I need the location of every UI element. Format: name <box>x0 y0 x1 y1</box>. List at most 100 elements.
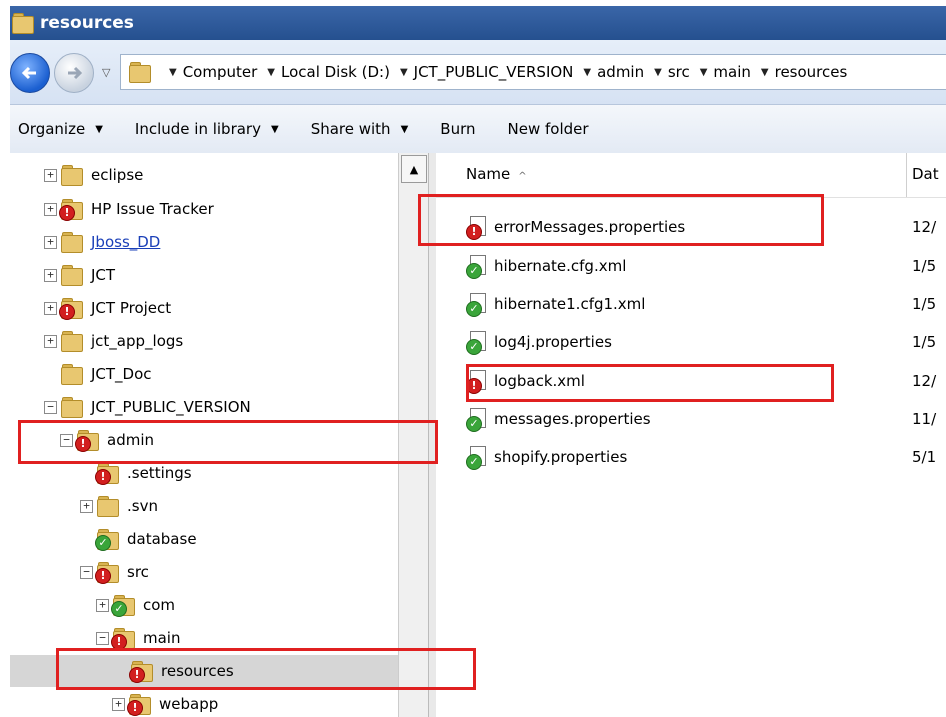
column-header-date[interactable]: Dat <box>912 165 939 183</box>
folder-icon: ! <box>129 661 153 683</box>
tree-item-webapp[interactable]: +! webapp <box>10 688 428 717</box>
share-with-menu[interactable]: Share with ▼ <box>311 120 409 138</box>
folder-icon: ! <box>75 430 99 452</box>
file-row[interactable]: ✓ shopify.properties 5/1 <box>466 441 936 473</box>
column-header-row: Name ^ Dat <box>436 153 946 198</box>
svn-ok-icon: ✓ <box>466 301 482 317</box>
svn-ok-icon: ✓ <box>466 416 482 432</box>
svn-ok-icon: ✓ <box>95 535 111 551</box>
new-folder-button[interactable]: New folder <box>508 120 589 138</box>
tree-scrollbar[interactable]: ▲ <box>398 153 429 717</box>
svn-conflict-icon: ! <box>111 634 127 650</box>
file-name: logback.xml <box>494 372 585 390</box>
breadcrumb-jct-public-version[interactable]: ▼ JCT_PUBLIC_VERSION <box>400 63 573 81</box>
organize-menu[interactable]: Organize ▼ <box>18 120 103 138</box>
tree-item-label: jct_app_logs <box>91 332 184 350</box>
column-separator[interactable] <box>906 153 907 197</box>
svn-conflict-icon: ! <box>59 205 75 221</box>
breadcrumb-main[interactable]: ▼ main <box>700 63 751 81</box>
address-bar[interactable]: ▼ Computer ▼ Local Disk (D:) ▼ JCT_PUBLIC_V… <box>120 54 946 90</box>
navigation-bar: ▽ ▼ Computer ▼ Local Disk (D:) ▼ JCT_PUBLIC… <box>10 40 946 105</box>
collapse-icon[interactable]: − <box>80 565 93 579</box>
expand-icon[interactable]: + <box>112 697 125 711</box>
folder-icon <box>129 62 151 83</box>
file-row[interactable]: ✓ hibernate1.cfg1.xml 1/5 <box>466 288 936 320</box>
tree-item-resources[interactable]: ! resources <box>10 655 428 687</box>
breadcrumb-local-disk[interactable]: ▼ Local Disk (D:) <box>267 63 390 81</box>
file-icon: ✓ <box>466 408 486 432</box>
tree-item-main[interactable]: −! main <box>10 622 428 654</box>
folder-icon: ✓ <box>95 529 119 551</box>
tree-item-label: eclipse <box>91 166 144 184</box>
file-icon: ✓ <box>466 293 486 317</box>
expand-icon[interactable]: + <box>44 168 57 182</box>
file-name: messages.properties <box>494 410 651 428</box>
back-button[interactable] <box>10 53 50 93</box>
scroll-up-icon[interactable]: ▲ <box>401 155 427 183</box>
file-date: 1/5 <box>912 333 937 351</box>
folder-icon <box>61 331 83 352</box>
column-header-name[interactable]: Name ^ <box>466 165 527 183</box>
tree-item-label: JCT_PUBLIC_VERSION <box>91 398 251 416</box>
folder-icon <box>61 364 83 385</box>
tree-item-database[interactable]: ✓ database <box>10 523 428 555</box>
collapse-icon[interactable]: − <box>96 631 109 645</box>
burn-button[interactable]: Burn <box>440 120 475 138</box>
svn-conflict-icon: ! <box>466 378 482 394</box>
window-title: resources <box>40 13 134 33</box>
expand-icon[interactable]: + <box>96 598 109 612</box>
recent-pages-dropdown-icon[interactable]: ▽ <box>102 66 110 79</box>
file-icon: ! <box>466 216 486 240</box>
expand-icon[interactable]: + <box>80 499 93 513</box>
tree-item-label: JCT_Doc <box>91 365 152 383</box>
file-row[interactable]: ! errorMessages.properties 12/ <box>466 211 936 243</box>
tree-item-label: .svn <box>127 497 158 515</box>
tree-item-svn[interactable]: + .svn <box>10 490 428 522</box>
svn-conflict-icon: ! <box>75 436 91 452</box>
file-date: 12/ <box>912 218 937 236</box>
tree-item-label: HP Issue Tracker <box>91 200 214 218</box>
expand-icon[interactable]: + <box>44 268 57 282</box>
folder-icon: ! <box>59 298 83 320</box>
breadcrumb-computer[interactable]: ▼ Computer <box>169 63 257 81</box>
expand-icon[interactable]: + <box>44 334 57 348</box>
file-icon: ! <box>466 370 486 394</box>
breadcrumb-resources[interactable]: ▼ resources <box>761 63 847 81</box>
tree-item-jct-doc[interactable]: JCT_Doc <box>10 358 428 390</box>
tree-item-hp-issue-tracker[interactable]: +! HP Issue Tracker <box>10 193 428 225</box>
tree-item-jboss-dd[interactable]: + Jboss_DD <box>10 226 428 258</box>
file-row[interactable]: ✓ log4j.properties 1/5 <box>466 326 936 358</box>
folder-icon <box>61 265 83 286</box>
tree-item-src[interactable]: −! src <box>10 556 428 588</box>
file-icon: ✓ <box>466 255 486 279</box>
tree-item-admin[interactable]: −! admin <box>10 424 428 456</box>
svn-conflict-icon: ! <box>95 568 111 584</box>
file-row[interactable]: ✓ messages.properties 11/ <box>466 403 936 435</box>
expand-icon[interactable]: + <box>44 235 57 249</box>
tree-item-label: JCT Project <box>91 299 172 317</box>
breadcrumb-admin[interactable]: ▼ admin <box>583 63 644 81</box>
tree-item-jct-app-logs[interactable]: + jct_app_logs <box>10 325 428 357</box>
tree-item-jct-project[interactable]: +! JCT Project <box>10 292 428 324</box>
expand-icon[interactable]: + <box>44 301 57 315</box>
file-row[interactable]: ✓ hibernate.cfg.xml 1/5 <box>466 250 936 282</box>
tree-item-label: database <box>127 530 197 548</box>
svn-conflict-icon: ! <box>59 304 75 320</box>
tree-item-jct[interactable]: + JCT <box>10 259 428 291</box>
folder-icon <box>61 165 83 186</box>
include-in-library-menu[interactable]: Include in library ▼ <box>135 120 279 138</box>
tree-item-eclipse[interactable]: + eclipse <box>10 159 428 191</box>
svn-ok-icon: ✓ <box>111 601 127 617</box>
collapse-icon[interactable]: − <box>44 400 57 414</box>
svn-conflict-icon: ! <box>95 469 111 485</box>
tree-item-com[interactable]: + ✓ com <box>10 589 428 621</box>
file-row[interactable]: ! logback.xml 12/ <box>466 365 936 397</box>
file-icon: ✓ <box>466 446 486 470</box>
expand-icon[interactable]: + <box>44 202 57 216</box>
collapse-icon[interactable]: − <box>60 433 73 447</box>
tree-item-jct-public-version[interactable]: − JCT_PUBLIC_VERSION <box>10 391 428 423</box>
forward-button[interactable] <box>54 53 94 93</box>
tree-item-label: com <box>143 596 176 614</box>
breadcrumb-src[interactable]: ▼ src <box>654 63 690 81</box>
tree-item-settings[interactable]: ! .settings <box>10 457 428 489</box>
